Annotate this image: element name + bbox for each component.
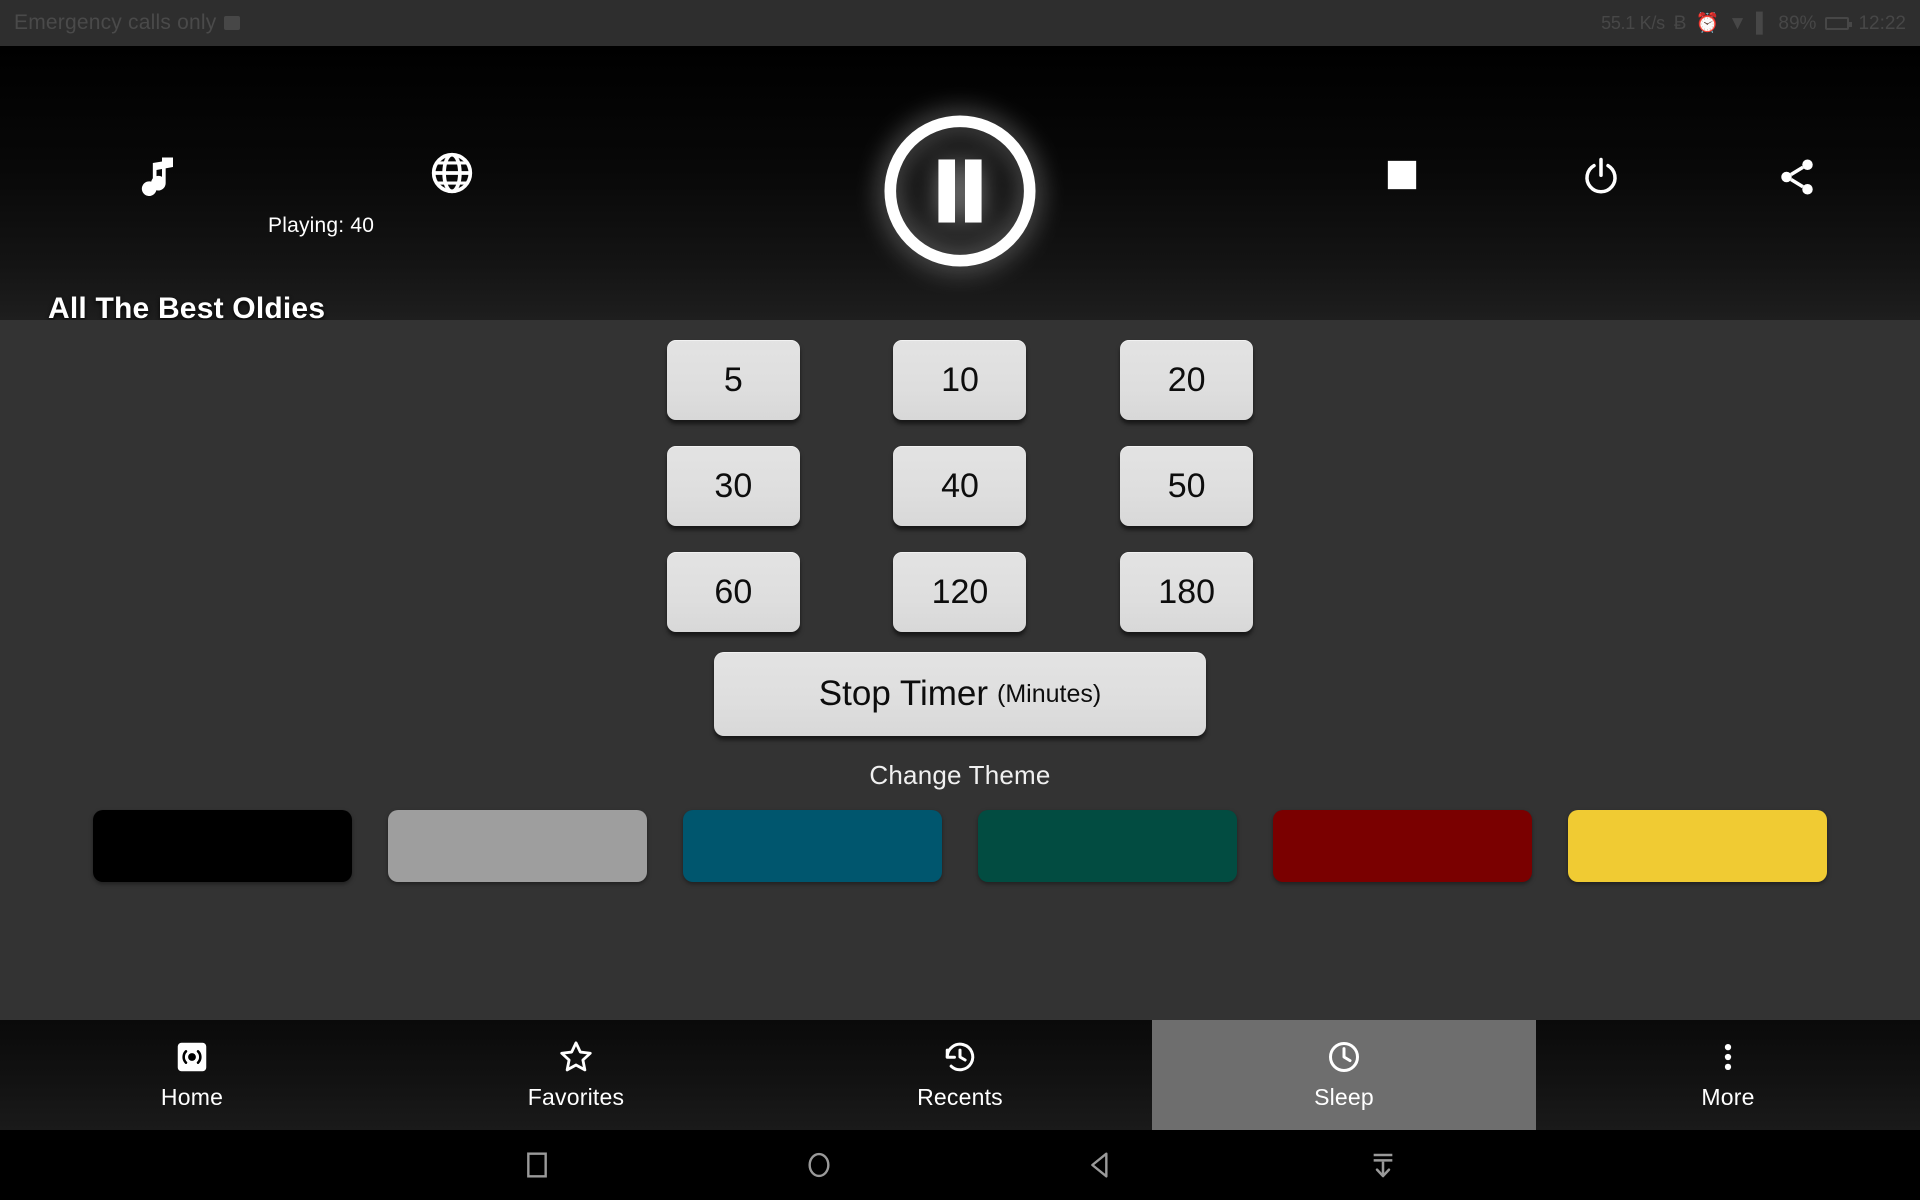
timer-button-60[interactable]: 60 xyxy=(666,552,800,632)
status-bar-right: 55.1 K/s Ƀ ⏰ ▼ ▌ 89% 12:22 xyxy=(1601,14,1906,33)
home-circle-icon xyxy=(808,1152,830,1178)
nav-item-more[interactable]: More xyxy=(1536,1020,1920,1130)
change-theme-label: Change Theme xyxy=(869,760,1051,790)
nav-label-recents: Recents xyxy=(917,1084,1003,1110)
theme-swatch-row xyxy=(0,810,1920,882)
timer-button-10[interactable]: 10 xyxy=(893,340,1027,420)
status-clock: 12:22 xyxy=(1858,12,1906,34)
power-icon xyxy=(1585,157,1617,194)
system-back-button[interactable] xyxy=(1085,1149,1117,1181)
stop-timer-sub-label: (Minutes) xyxy=(997,679,1102,708)
sim-icon xyxy=(224,16,241,30)
hide-keyboard-icon xyxy=(1373,1153,1393,1178)
nav-item-sleep[interactable]: Sleep xyxy=(1152,1020,1536,1130)
network-speed-label: 55.1 K/s xyxy=(1601,13,1665,33)
nav-label-favorites: Favorites xyxy=(527,1084,625,1110)
nav-item-home[interactable]: Home xyxy=(0,1020,384,1130)
system-recents-button[interactable] xyxy=(521,1149,553,1181)
timer-button-40[interactable]: 40 xyxy=(893,446,1027,526)
theme-swatch-yellow[interactable] xyxy=(1568,810,1827,882)
music-note-icon xyxy=(141,157,173,197)
back-triangle-icon xyxy=(1091,1152,1108,1178)
globe-button[interactable] xyxy=(430,151,474,195)
timer-button-120[interactable]: 120 xyxy=(893,552,1027,632)
theme-swatch-green[interactable] xyxy=(978,810,1237,882)
play-pause-button[interactable] xyxy=(877,108,1043,274)
stop-square-icon xyxy=(1387,160,1417,190)
bluetooth-icon: Ƀ xyxy=(1673,12,1687,34)
stop-button[interactable] xyxy=(1385,158,1419,192)
app-root: Emergency calls only 55.1 K/s Ƀ ⏰ ▼ ▌ 89… xyxy=(0,0,1920,1200)
android-status-bar: Emergency calls only 55.1 K/s Ƀ ⏰ ▼ ▌ 89… xyxy=(0,0,1920,46)
stop-timer-row: Stop Timer (Minutes) xyxy=(0,652,1920,736)
timer-button-5[interactable]: 5 xyxy=(666,340,800,420)
battery-icon xyxy=(1825,16,1853,30)
nav-label-sleep: Sleep xyxy=(1314,1084,1374,1110)
sleep-timer-panel: 5 10 20 30 40 50 60 120 180 Stop Timer (… xyxy=(0,320,1920,1020)
nav-label-more: More xyxy=(1701,1084,1755,1110)
theme-swatch-red[interactable] xyxy=(1273,810,1532,882)
timer-button-30[interactable]: 30 xyxy=(666,446,800,526)
overflow-dots-icon xyxy=(1724,1043,1732,1071)
stop-timer-main-label: Stop Timer xyxy=(818,674,989,713)
nav-label-home: Home xyxy=(160,1084,224,1110)
player-toolbar: Playing: 40 All The Best Oldies xyxy=(0,46,1920,325)
theme-swatch-blue[interactable] xyxy=(683,810,942,882)
globe-icon xyxy=(431,152,473,194)
nav-item-favorites[interactable]: Favorites xyxy=(384,1020,768,1130)
share-button[interactable] xyxy=(1775,156,1819,198)
stop-timer-button[interactable]: Stop Timer (Minutes) xyxy=(714,652,1206,736)
star-icon xyxy=(560,1041,592,1072)
timer-button-20[interactable]: 20 xyxy=(1120,340,1254,420)
music-note-button[interactable] xyxy=(140,151,184,197)
system-nav-buttons xyxy=(521,1149,1399,1181)
clock-icon xyxy=(1329,1042,1359,1072)
nav-item-recents[interactable]: Recents xyxy=(768,1020,1152,1130)
carrier-label: Emergency calls only xyxy=(14,11,217,34)
recents-square-icon xyxy=(527,1152,547,1178)
theme-swatch-black[interactable] xyxy=(93,810,352,882)
timer-value-grid: 5 10 20 30 40 50 60 120 180 xyxy=(620,340,1300,632)
timer-button-50[interactable]: 50 xyxy=(1120,446,1254,526)
history-icon xyxy=(945,1042,975,1072)
wifi-icon: ▼ xyxy=(1728,12,1747,34)
android-system-nav xyxy=(0,1130,1920,1200)
alarm-icon: ⏰ xyxy=(1695,12,1720,34)
radio-broadcast-icon xyxy=(177,1042,207,1072)
battery-percent-label: 89% xyxy=(1778,12,1817,34)
share-icon xyxy=(1781,159,1813,195)
pause-icon xyxy=(884,115,1036,267)
theme-swatch-gray[interactable] xyxy=(388,810,647,882)
system-hide-keyboard-button[interactable] xyxy=(1367,1149,1399,1181)
playing-status-label: Playing: 40 xyxy=(268,214,375,237)
app-bottom-nav: Home Favorites Recents Sleep More xyxy=(0,1020,1920,1130)
status-bar-left: Emergency calls only xyxy=(14,11,241,35)
timer-button-180[interactable]: 180 xyxy=(1120,552,1254,632)
system-home-button[interactable] xyxy=(803,1149,835,1181)
power-button[interactable] xyxy=(1580,156,1622,198)
signal-icon: ▌ xyxy=(1755,12,1770,34)
player-toolbar-icons: Playing: 40 xyxy=(0,46,1920,267)
